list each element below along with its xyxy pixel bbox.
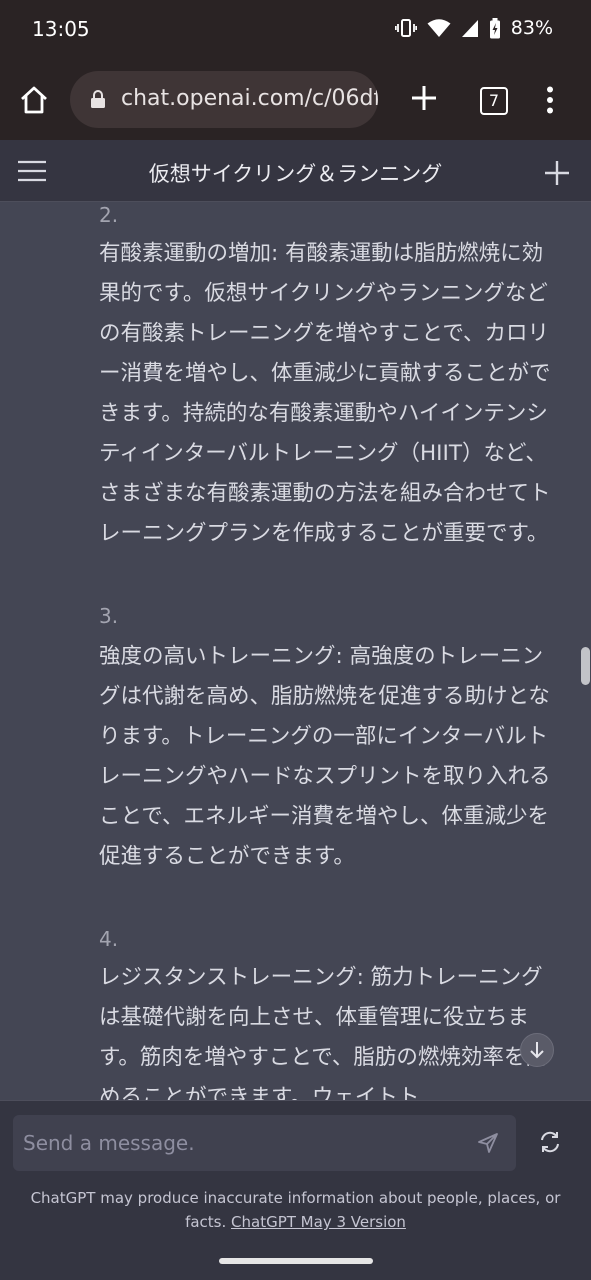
page-title: 仮想サイクリング＆ランニング [148,162,443,186]
vibrate-icon [394,19,417,37]
address-bar[interactable]: chat.openai.com/c/06df [70,71,378,128]
list-item-text: 有酸素運動の増加: 有酸素運動は脂肪燃焼に効果的です。仮想サイクリングやランニン… [99,241,551,546]
list-item-number: 2. [99,203,119,227]
status-icons: 83% [394,17,553,39]
signal-icon [461,20,478,37]
more-vert-icon[interactable] [546,86,554,114]
version-link[interactable]: ChatGPT May 3 Version [231,1213,406,1231]
battery-percent: 83% [510,17,553,39]
list-item-number: 3. [99,604,119,628]
tabs-icon[interactable]: 7 [480,87,508,115]
system-nav-bar [0,1246,591,1280]
plus-icon[interactable] [410,84,438,112]
scrollbar-thumb[interactable] [581,647,590,685]
status-bar: 13:05 83% [0,0,591,60]
gesture-handle[interactable] [219,1258,373,1264]
browser-toolbar: chat.openai.com/c/06df 7 [0,60,591,140]
new-chat-icon[interactable] [544,160,570,186]
scroll-down-button[interactable] [520,1033,554,1067]
arrow-down-icon [530,1042,544,1059]
wifi-icon [427,19,451,37]
disclaimer: ChatGPT may produce inaccurate informati… [15,1186,576,1234]
chat-content: 2. 有酸素運動の増加: 有酸素運動は脂肪燃焼に効果的です。仮想サイクリングやラ… [0,202,591,1100]
message-input-box [13,1115,516,1171]
home-icon[interactable] [18,84,50,116]
composer: ChatGPT may produce inaccurate informati… [0,1100,591,1246]
list-item-text: レジスタンストレーニング: 筋力トレーニングは基礎代謝を向上させ、体重管理に役立… [99,965,547,1100]
url-text: chat.openai.com/c/06df [121,86,378,111]
status-time: 13:05 [32,17,90,41]
regenerate-icon[interactable] [538,1131,562,1153]
lock-icon [91,90,105,108]
message-input[interactable] [23,1115,463,1171]
send-icon[interactable] [477,1132,499,1154]
battery-icon [489,17,500,38]
chat-header: 仮想サイクリング＆ランニング [0,140,591,202]
list-item-text: 強度の高いトレーニング: 高強度のトレーニングは代謝を高め、脂肪燃焼を促進する助… [99,644,551,869]
list-item-number: 4. [99,927,119,951]
